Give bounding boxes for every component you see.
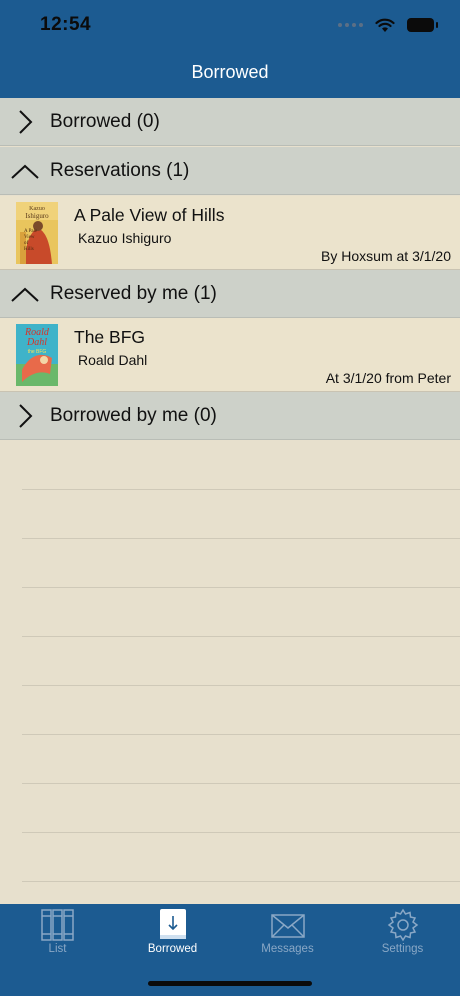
chevron-right-icon xyxy=(19,404,33,428)
tab-label: Settings xyxy=(381,943,424,955)
svg-text:A Pale: A Pale xyxy=(24,229,38,234)
empty-row-separator xyxy=(22,636,460,637)
tab-label: Borrowed xyxy=(147,943,198,955)
home-indicator[interactable] xyxy=(148,981,312,986)
svg-text:of: of xyxy=(24,241,29,246)
section-label: Borrowed (0) xyxy=(50,111,160,132)
tab-label: Messages xyxy=(261,943,314,955)
tab-settings[interactable]: Settings xyxy=(345,904,460,964)
empty-row-separator xyxy=(22,734,460,735)
section-label: Reserved by me (1) xyxy=(50,283,217,304)
books-icon xyxy=(40,909,74,941)
book-title: A Pale View of Hills xyxy=(74,205,225,225)
borrowed-book-icon xyxy=(159,909,186,939)
book-cover-image: Roald Dahl the BFG xyxy=(16,324,58,386)
page-title: Borrowed xyxy=(191,62,269,82)
empty-row-separator xyxy=(22,489,460,490)
tab-borrowed[interactable]: Borrowed xyxy=(115,904,230,964)
book-author: Roald Dahl xyxy=(78,352,148,368)
status-icons xyxy=(338,14,438,36)
cellular-signal-icon xyxy=(338,23,363,27)
svg-text:Dahl: Dahl xyxy=(26,337,47,348)
empty-row-separator xyxy=(22,881,460,882)
chevron-up-icon xyxy=(11,164,39,179)
svg-text:Hills: Hills xyxy=(24,247,34,252)
svg-text:View: View xyxy=(24,235,35,240)
section-label: Borrowed by me (0) xyxy=(50,405,217,426)
section-header-reservations[interactable]: Reservations (1) xyxy=(0,147,460,195)
book-row-bfg[interactable]: Roald Dahl the BFG The BFG Roald Dahl At… xyxy=(0,318,460,392)
tab-label: List xyxy=(48,943,67,955)
empty-row-separator xyxy=(22,538,460,539)
book-row-pale-view[interactable]: Kazuo Ishiguro A Pale View of Hills A Pa… xyxy=(0,196,460,270)
section-header-reserved-by-me[interactable]: Reserved by me (1) xyxy=(0,270,460,318)
reservation-info: At 3/1/20 from Peter xyxy=(325,370,451,386)
book-cover-image: Kazuo Ishiguro A Pale View of Hills xyxy=(16,202,58,264)
chevron-up-icon xyxy=(11,287,39,302)
empty-row-separator xyxy=(22,783,460,784)
chevron-right-icon xyxy=(19,110,33,134)
tab-list[interactable]: List xyxy=(0,904,115,964)
section-label: Reservations (1) xyxy=(50,160,190,181)
envelope-icon xyxy=(270,914,305,938)
status-time: 12:54 xyxy=(40,14,92,35)
navigation-bar: 12:54 Borrowed xyxy=(0,0,460,98)
book-title: The BFG xyxy=(74,327,145,347)
svg-text:the BFG: the BFG xyxy=(28,349,47,355)
empty-row-separator xyxy=(22,685,460,686)
reservation-info: By Hoxsum at 3/1/20 xyxy=(321,248,451,264)
gear-icon xyxy=(387,908,418,942)
svg-text:Ishiguro: Ishiguro xyxy=(25,212,49,220)
tab-messages[interactable]: Messages xyxy=(230,904,345,964)
section-header-borrowed-by-me[interactable]: Borrowed by me (0) xyxy=(0,392,460,440)
empty-row-separator xyxy=(22,832,460,833)
battery-icon xyxy=(407,18,438,32)
wifi-icon xyxy=(375,18,395,32)
book-author: Kazuo Ishiguro xyxy=(78,230,172,246)
section-header-borrowed[interactable]: Borrowed (0) xyxy=(0,98,460,146)
empty-row-separator xyxy=(22,587,460,588)
